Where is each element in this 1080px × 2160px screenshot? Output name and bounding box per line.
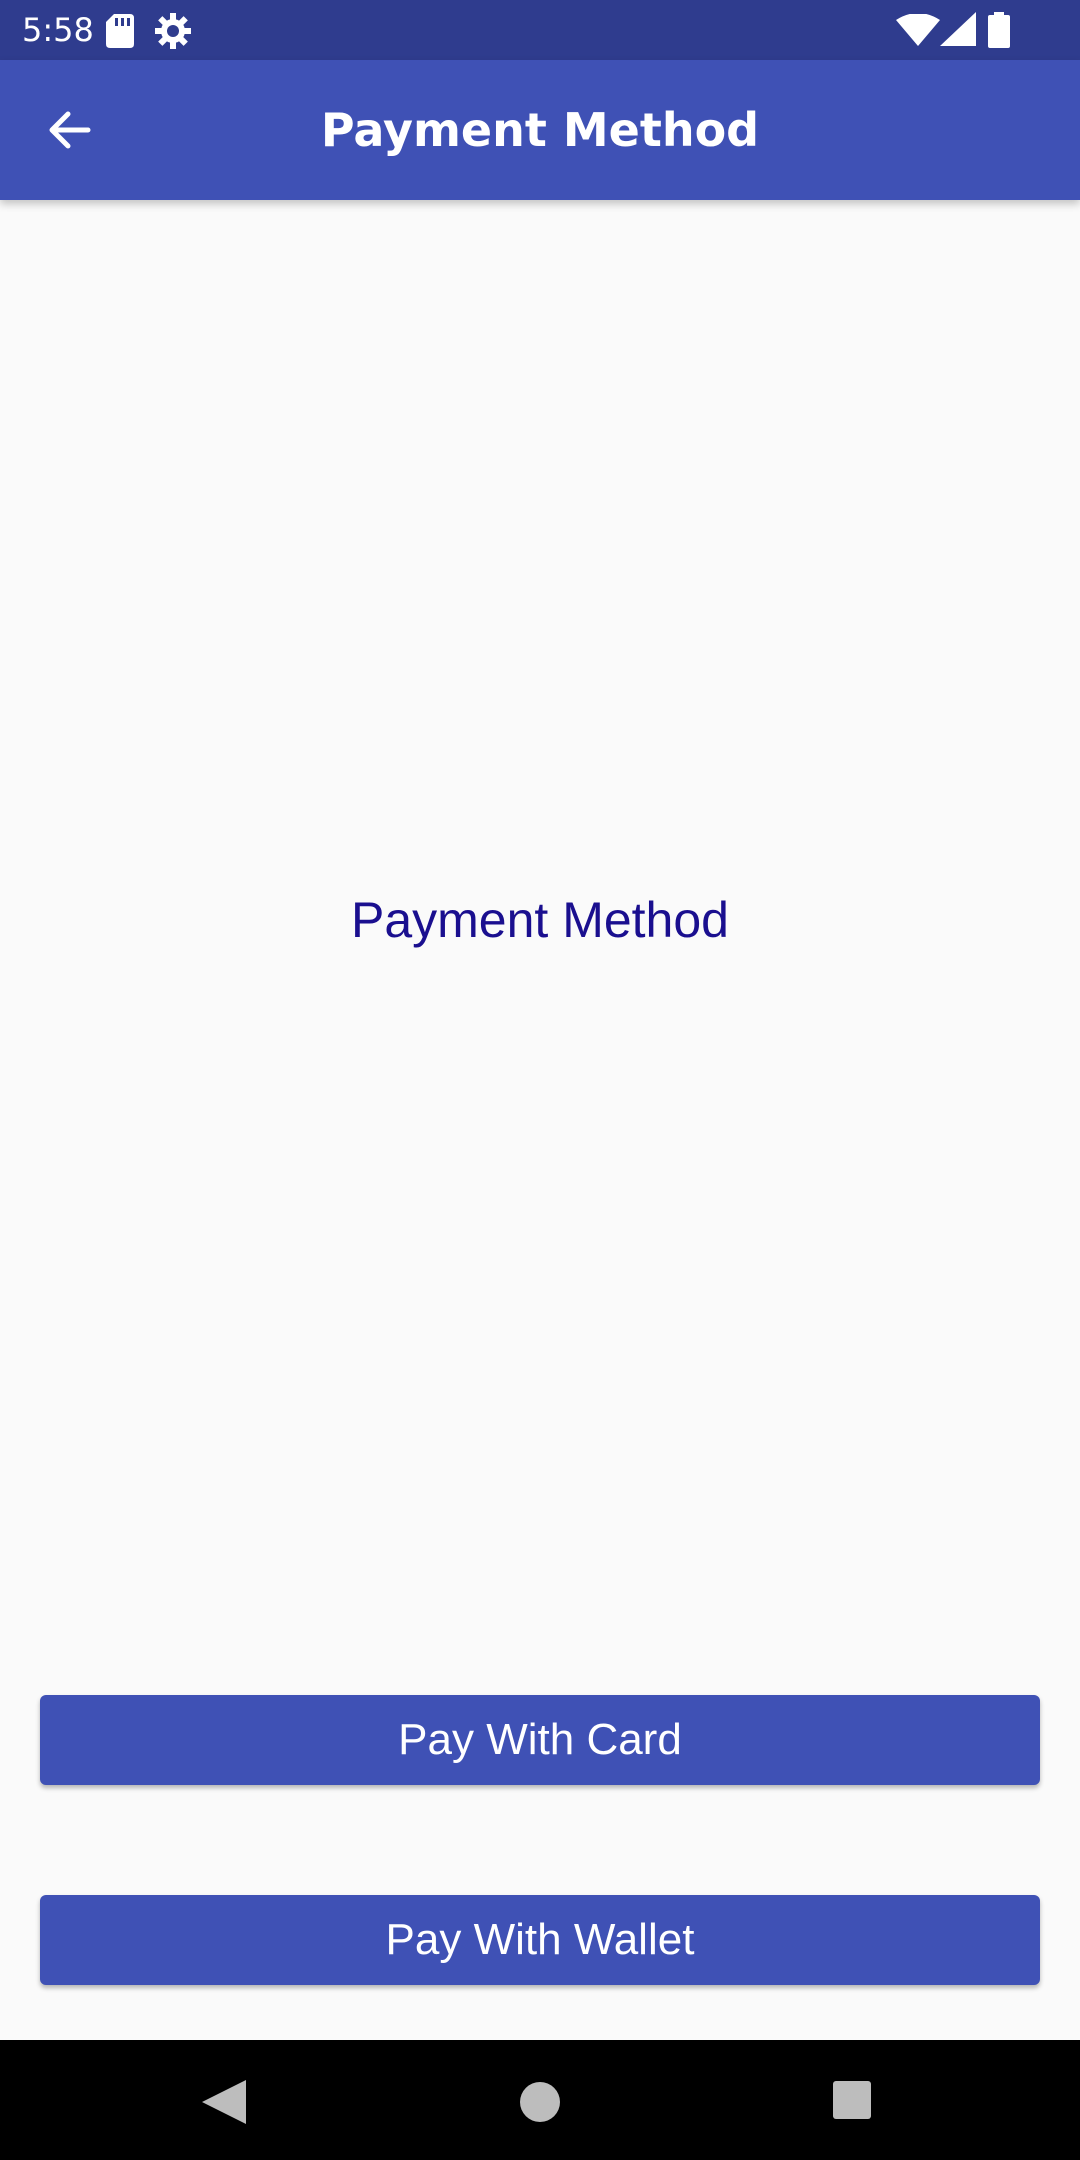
nav-home-icon[interactable]: [518, 2080, 562, 2124]
nav-back-icon[interactable]: [200, 2078, 250, 2126]
navigation-bar: [0, 2040, 1080, 2160]
sd-card-icon: [106, 14, 134, 48]
status-time: 5:58: [22, 11, 94, 49]
pay-with-card-button[interactable]: Pay With Card: [40, 1695, 1040, 1785]
battery-icon: [988, 12, 1010, 48]
back-button[interactable]: [30, 100, 110, 160]
status-bar: 5:58: [0, 0, 1080, 60]
pay-with-wallet-button[interactable]: Pay With Wallet: [40, 1895, 1040, 1985]
app-bar: Payment Method: [0, 60, 1080, 200]
page-title: Payment Method: [320, 103, 760, 157]
cell-signal-icon: [940, 12, 976, 46]
nav-recents-icon[interactable]: [833, 2081, 871, 2119]
arrow-back-icon: [49, 111, 91, 149]
gear-icon: [155, 13, 191, 49]
wifi-icon: [896, 14, 940, 46]
payment-method-label: Payment Method: [351, 892, 729, 948]
